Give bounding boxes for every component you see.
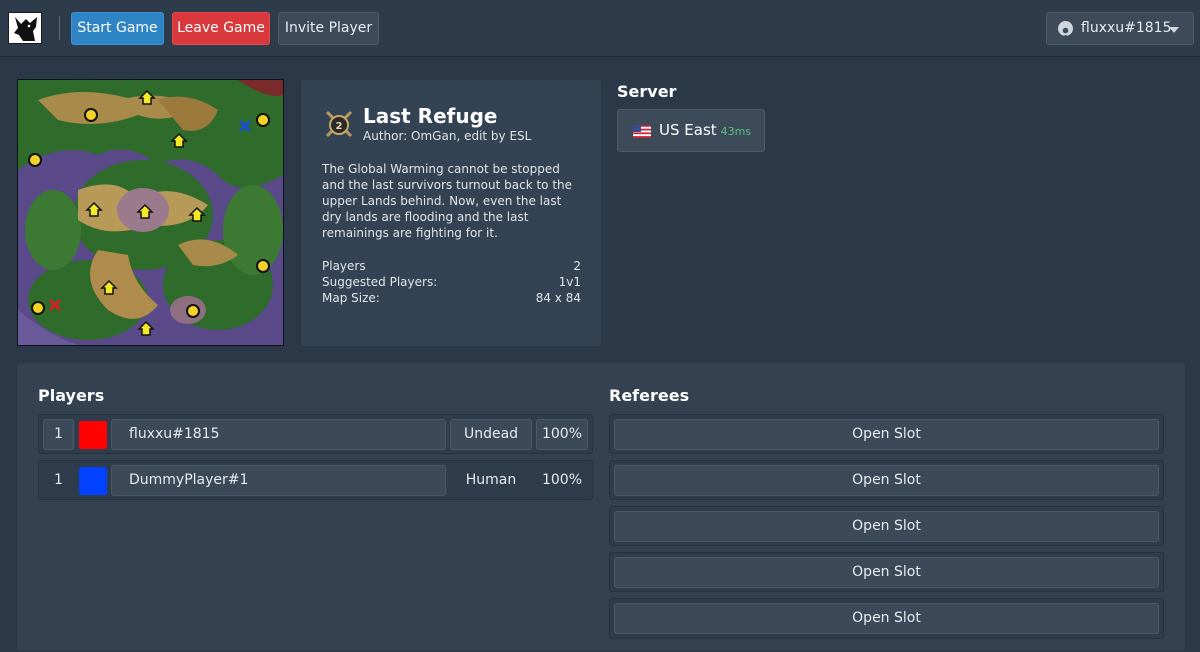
open-slot-button[interactable]: Open Slot bbox=[614, 557, 1159, 588]
emblem-number: 2 bbox=[336, 121, 343, 132]
open-slot-button[interactable]: Open Slot bbox=[614, 465, 1159, 496]
start-game-button[interactable]: Start Game bbox=[71, 12, 164, 45]
top-bar: Start Game Leave Game Invite Player flux… bbox=[0, 0, 1200, 57]
map-author: Author: OmGan, edit by ESL bbox=[363, 129, 532, 143]
invite-player-button[interactable]: Invite Player bbox=[278, 12, 379, 45]
stat-value: 84 x 84 bbox=[535, 291, 581, 305]
caret-down-icon bbox=[1169, 27, 1179, 33]
leave-game-button[interactable]: Leave Game bbox=[172, 12, 270, 45]
map-description: The Global Warming cannot be stopped and… bbox=[322, 162, 573, 240]
stat-value: 2 bbox=[573, 259, 581, 273]
referees-heading: Referees bbox=[609, 386, 690, 405]
map-stat-players: Players 2 bbox=[322, 259, 581, 273]
server-name: US East 43ms bbox=[659, 121, 751, 139]
stat-value: 1v1 bbox=[558, 275, 581, 289]
stat-label: Players bbox=[322, 259, 366, 273]
race-select[interactable]: Undead bbox=[450, 419, 532, 450]
user-menu-button[interactable]: fluxxu#1815 bbox=[1046, 12, 1194, 45]
player-color-swatch bbox=[79, 467, 107, 495]
referee-row: Open Slot bbox=[609, 506, 1164, 546]
server-select-button[interactable]: US East 43ms bbox=[617, 109, 765, 152]
open-slot-button[interactable]: Open Slot bbox=[614, 511, 1159, 542]
handicap-label: 100% bbox=[541, 472, 583, 488]
us-flag-icon bbox=[633, 123, 651, 138]
team-label: 1 bbox=[54, 472, 63, 488]
toolbar-divider bbox=[59, 16, 60, 40]
map-stat-size: Map Size: 84 x 84 bbox=[322, 291, 581, 305]
referee-row: Open Slot bbox=[609, 414, 1164, 454]
map-info-panel: 2 Last Refuge Author: OmGan, edit by ESL… bbox=[300, 79, 602, 347]
server-heading: Server bbox=[617, 82, 677, 101]
race-label: Human bbox=[465, 472, 517, 488]
stat-label: Suggested Players: bbox=[322, 275, 438, 289]
user-name: fluxxu#1815 bbox=[1081, 20, 1172, 36]
handicap-select[interactable]: 100% bbox=[536, 419, 588, 450]
server-ping: 43ms bbox=[720, 125, 752, 138]
player-color-swatch[interactable] bbox=[79, 421, 107, 449]
player-name[interactable]: fluxxu#1815 bbox=[111, 419, 446, 450]
wolf-logo-icon[interactable] bbox=[8, 12, 42, 44]
referee-row: Open Slot bbox=[609, 598, 1164, 639]
map-emblem-icon: 2 bbox=[323, 108, 355, 140]
map-preview bbox=[17, 79, 284, 346]
referee-row: Open Slot bbox=[609, 552, 1164, 592]
players-heading: Players bbox=[38, 386, 105, 405]
player-row: 1 fluxxu#1815 Undead 100% bbox=[38, 414, 593, 454]
open-slot-button[interactable]: Open Slot bbox=[614, 419, 1159, 450]
referee-row: Open Slot bbox=[609, 460, 1164, 500]
open-slot-button[interactable]: Open Slot bbox=[614, 603, 1159, 634]
user-avatar-icon bbox=[1058, 21, 1073, 38]
map-title: Last Refuge bbox=[363, 104, 498, 128]
team-select[interactable]: 1 bbox=[43, 419, 74, 450]
player-name[interactable]: DummyPlayer#1 bbox=[111, 465, 446, 496]
map-stat-suggested: Suggested Players: 1v1 bbox=[322, 275, 581, 289]
server-label: US East bbox=[659, 121, 717, 139]
player-row: 1 DummyPlayer#1 Human 100% bbox=[38, 460, 593, 500]
stat-label: Map Size: bbox=[322, 291, 380, 305]
